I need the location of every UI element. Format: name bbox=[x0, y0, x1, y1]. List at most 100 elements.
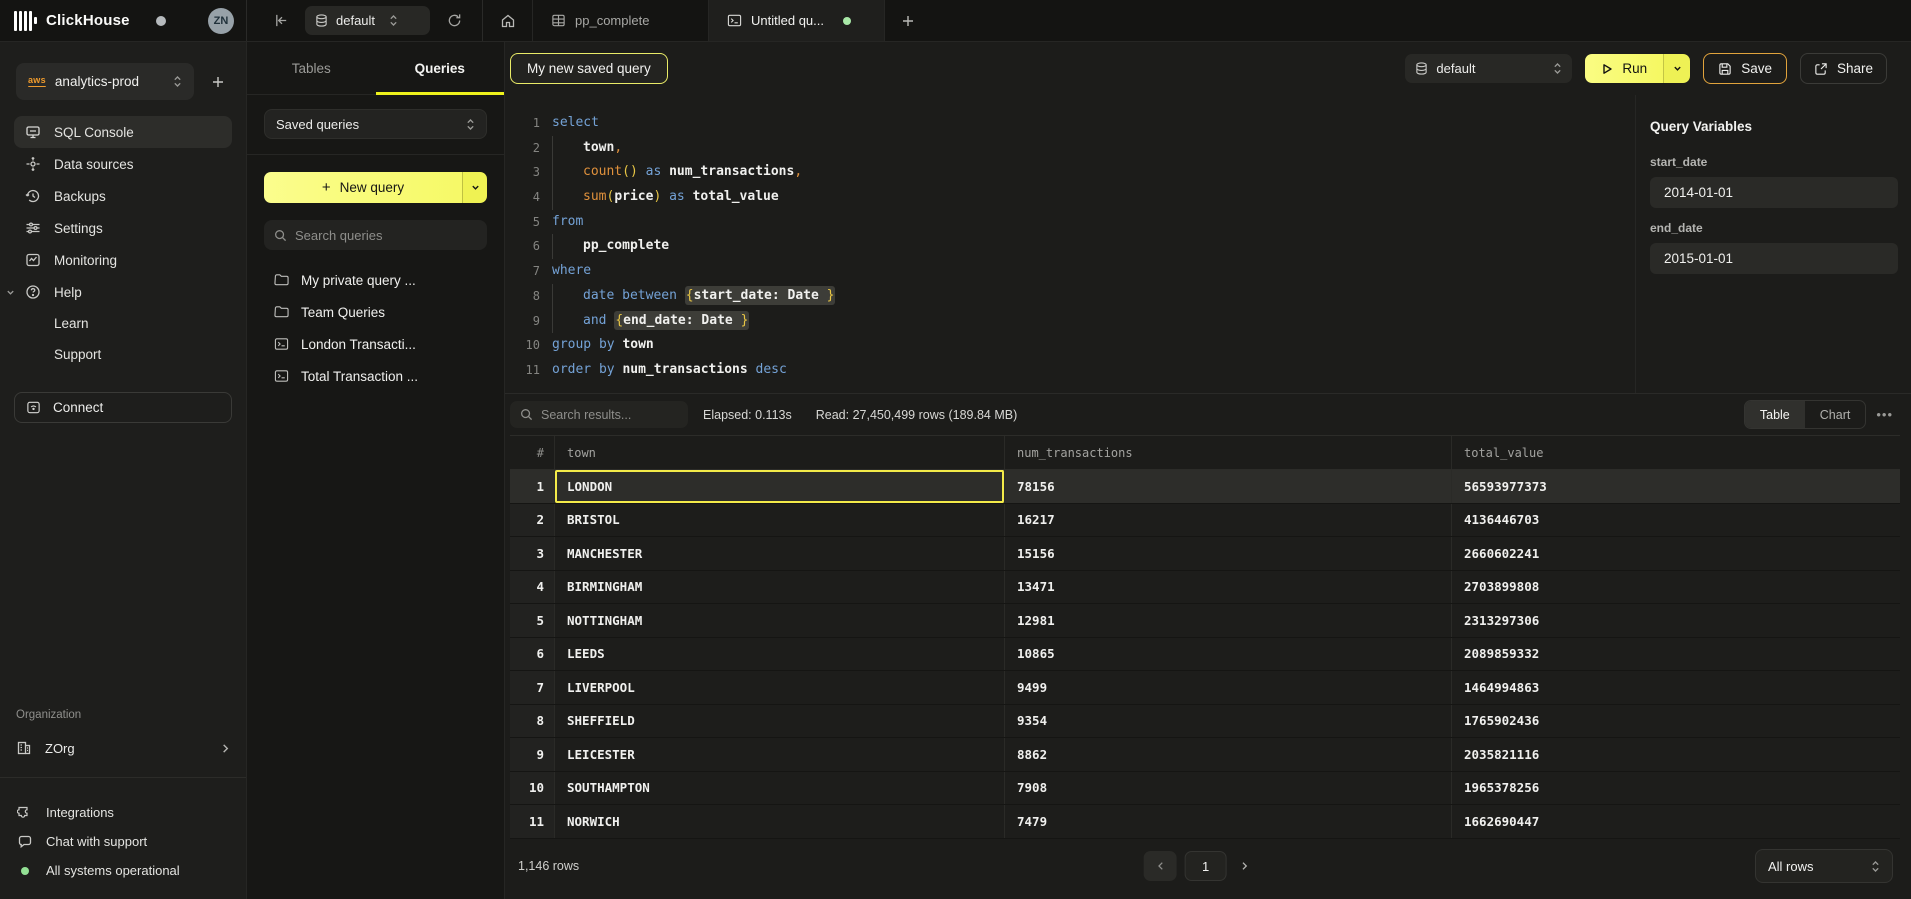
saved-query-name-pill[interactable]: My new saved query bbox=[510, 53, 668, 84]
table-cell[interactable]: NOTTINGHAM bbox=[555, 604, 1005, 637]
table-cell[interactable]: 78156 bbox=[1005, 470, 1452, 503]
saved-query-item[interactable]: London Transacti... bbox=[247, 328, 504, 360]
code-line[interactable]: 11order by num_transactions desc bbox=[505, 358, 1635, 383]
saved-query-item[interactable]: My private query ... bbox=[247, 264, 504, 296]
saved-query-item[interactable]: Total Transaction ... bbox=[247, 360, 504, 392]
search-results-box[interactable] bbox=[510, 401, 688, 428]
table-row[interactable]: 3MANCHESTER151562660602241 bbox=[510, 537, 1900, 571]
table-cell[interactable]: 4136446703 bbox=[1452, 504, 1900, 537]
code-line[interactable]: 10group by town bbox=[505, 333, 1635, 358]
table-row[interactable]: 2BRISTOL162174136446703 bbox=[510, 504, 1900, 538]
share-button[interactable]: Share bbox=[1800, 53, 1887, 84]
table-row[interactable]: 6LEEDS108652089859332 bbox=[510, 638, 1900, 672]
table-cell[interactable]: 13471 bbox=[1005, 571, 1452, 604]
row-number-cell[interactable]: 10 bbox=[510, 772, 555, 805]
table-cell[interactable]: SHEFFIELD bbox=[555, 705, 1005, 738]
table-cell[interactable]: 10865 bbox=[1005, 638, 1452, 671]
avatar[interactable]: ZN bbox=[208, 8, 234, 34]
table-row[interactable]: 7LIVERPOOL94991464994863 bbox=[510, 671, 1900, 705]
table-cell[interactable]: 8862 bbox=[1005, 738, 1452, 771]
row-number-cell[interactable]: 7 bbox=[510, 671, 555, 704]
table-cell[interactable]: LEEDS bbox=[555, 638, 1005, 671]
table-row[interactable]: 8SHEFFIELD93541765902436 bbox=[510, 705, 1900, 739]
row-number-cell[interactable]: 6 bbox=[510, 638, 555, 671]
table-cell[interactable]: 1965378256 bbox=[1452, 772, 1900, 805]
sidebar-item-learn[interactable]: Learn bbox=[14, 308, 232, 339]
tab-tables[interactable]: Tables bbox=[247, 42, 376, 94]
column-header[interactable]: total_value bbox=[1452, 436, 1900, 469]
code-line[interactable]: 9and {end_date: Date } bbox=[505, 309, 1635, 334]
table-cell[interactable]: MANCHESTER bbox=[555, 537, 1005, 570]
sidebar-item-chat-support[interactable]: Chat with support bbox=[0, 827, 246, 856]
table-row[interactable]: 5NOTTINGHAM129812313297306 bbox=[510, 604, 1900, 638]
sidebar-item-monitoring[interactable]: Monitoring bbox=[14, 244, 232, 276]
refresh-button[interactable] bbox=[440, 7, 468, 35]
column-header[interactable]: num_transactions bbox=[1005, 436, 1452, 469]
next-page-button[interactable] bbox=[1235, 861, 1255, 871]
search-results-input[interactable] bbox=[541, 408, 678, 422]
table-cell[interactable]: BIRMINGHAM bbox=[555, 571, 1005, 604]
new-query-button[interactable]: + New query bbox=[264, 172, 487, 203]
sidebar-item-integrations[interactable]: Integrations bbox=[0, 798, 246, 827]
new-query-dropdown-button[interactable] bbox=[462, 172, 487, 203]
add-service-button[interactable] bbox=[204, 68, 232, 96]
saved-queries-filter-select[interactable]: Saved queries bbox=[264, 109, 487, 139]
table-row[interactable]: 10SOUTHAMPTON79081965378256 bbox=[510, 772, 1900, 806]
table-cell[interactable]: 2035821116 bbox=[1452, 738, 1900, 771]
new-tab-button[interactable] bbox=[885, 0, 931, 41]
view-chart-button[interactable]: Chart bbox=[1805, 401, 1866, 428]
table-cell[interactable]: 7908 bbox=[1005, 772, 1452, 805]
table-cell[interactable]: 1662690447 bbox=[1452, 805, 1900, 838]
database-selector[interactable]: default bbox=[305, 6, 430, 35]
table-row[interactable]: 1LONDON7815656593977373 bbox=[510, 470, 1900, 504]
table-cell[interactable]: 1765902436 bbox=[1452, 705, 1900, 738]
row-number-cell[interactable]: 1 bbox=[510, 470, 555, 503]
table-row[interactable]: 9LEICESTER88622035821116 bbox=[510, 738, 1900, 772]
saved-query-item[interactable]: Team Queries bbox=[247, 296, 504, 328]
collapse-sidebar-button[interactable] bbox=[267, 7, 295, 35]
new-query-main[interactable]: + New query bbox=[264, 172, 462, 203]
code-line[interactable]: 5from bbox=[505, 210, 1635, 235]
row-number-cell[interactable]: 11 bbox=[510, 805, 555, 838]
table-cell[interactable]: LIVERPOOL bbox=[555, 671, 1005, 704]
organization-switcher[interactable]: ZOrg bbox=[0, 733, 246, 763]
table-cell[interactable]: SOUTHAMPTON bbox=[555, 772, 1005, 805]
code-line[interactable]: 4sum(price) as total_value bbox=[505, 185, 1635, 210]
save-button[interactable]: Save bbox=[1703, 53, 1787, 84]
table-cell[interactable]: 56593977373 bbox=[1452, 470, 1900, 503]
code-line[interactable]: 1select bbox=[505, 111, 1635, 136]
table-cell[interactable]: NORWICH bbox=[555, 805, 1005, 838]
table-cell[interactable]: 2313297306 bbox=[1452, 604, 1900, 637]
view-table-button[interactable]: Table bbox=[1745, 401, 1805, 428]
table-cell[interactable]: 2703899808 bbox=[1452, 571, 1900, 604]
table-cell[interactable]: 1464994863 bbox=[1452, 671, 1900, 704]
current-page-indicator[interactable]: 1 bbox=[1185, 851, 1227, 881]
sidebar-item-data-sources[interactable]: Data sources bbox=[14, 148, 232, 180]
code-line[interactable]: 6pp_complete bbox=[505, 234, 1635, 259]
row-number-cell[interactable]: 5 bbox=[510, 604, 555, 637]
code-line[interactable]: 7where bbox=[505, 259, 1635, 284]
sidebar-item-system-status[interactable]: All systems operational bbox=[0, 856, 246, 885]
table-cell[interactable]: 12981 bbox=[1005, 604, 1452, 637]
sidebar-item-sql-console[interactable]: SQL Console bbox=[14, 116, 232, 148]
table-row[interactable]: 4BIRMINGHAM134712703899808 bbox=[510, 571, 1900, 605]
table-cell[interactable]: LONDON bbox=[555, 470, 1005, 503]
code-line[interactable]: 3count() as num_transactions, bbox=[505, 160, 1635, 185]
table-cell[interactable]: 9354 bbox=[1005, 705, 1452, 738]
column-header[interactable]: town bbox=[555, 436, 1005, 469]
code-line[interactable]: 8date between {start_date: Date } bbox=[505, 284, 1635, 309]
run-main[interactable]: Run bbox=[1585, 54, 1663, 83]
table-cell[interactable]: 2660602241 bbox=[1452, 537, 1900, 570]
table-cell[interactable]: 16217 bbox=[1005, 504, 1452, 537]
run-button[interactable]: Run bbox=[1585, 54, 1690, 83]
previous-page-button[interactable] bbox=[1144, 851, 1177, 881]
row-number-cell[interactable]: 4 bbox=[510, 571, 555, 604]
row-number-cell[interactable]: 2 bbox=[510, 504, 555, 537]
end-date-input[interactable] bbox=[1650, 243, 1898, 274]
home-tab[interactable] bbox=[483, 0, 533, 41]
table-cell[interactable]: 9499 bbox=[1005, 671, 1452, 704]
tab-queries[interactable]: Queries bbox=[376, 42, 505, 94]
table-cell[interactable]: BRISTOL bbox=[555, 504, 1005, 537]
row-number-cell[interactable]: 3 bbox=[510, 537, 555, 570]
table-cell[interactable]: 7479 bbox=[1005, 805, 1452, 838]
